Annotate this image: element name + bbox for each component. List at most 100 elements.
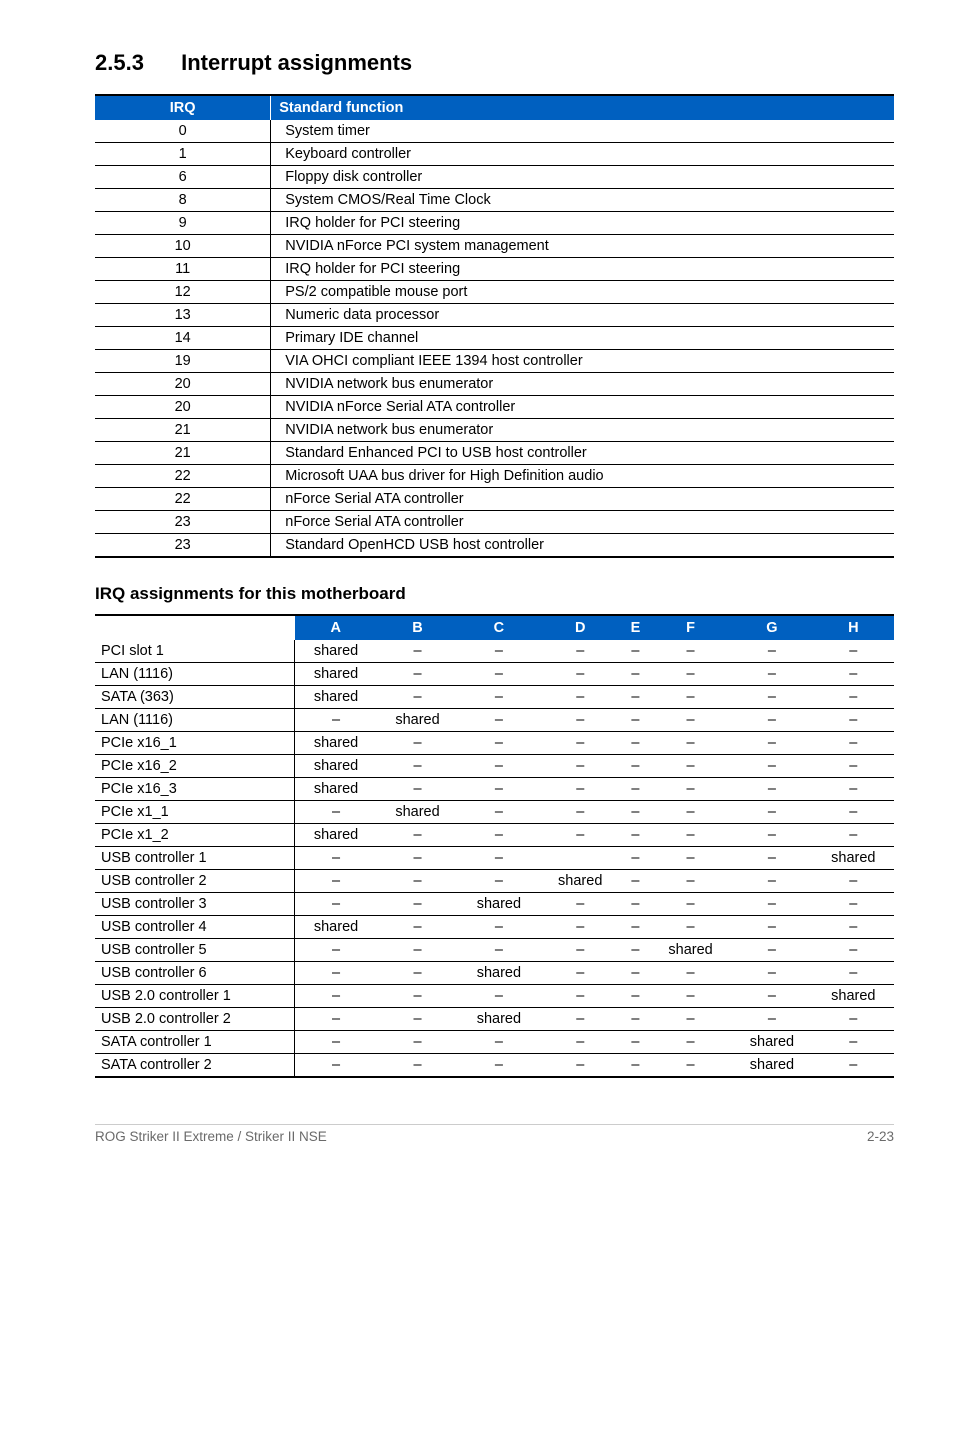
- assignment-cell: –: [540, 1031, 621, 1054]
- footer-left: ROG Striker II Extreme / Striker II NSE: [95, 1129, 327, 1144]
- table-row: USB controller 1––––––shared: [95, 847, 894, 870]
- assignment-cell: –: [377, 1008, 458, 1031]
- assignment-cell: –: [295, 1054, 377, 1078]
- assignment-cell: –: [621, 1008, 650, 1031]
- table-row: USB controller 2–––shared––––: [95, 870, 894, 893]
- assignment-cell: –: [650, 801, 731, 824]
- assignment-cell: –: [650, 985, 731, 1008]
- assignment-cell: –: [731, 985, 812, 1008]
- table-row: USB controller 3––shared–––––: [95, 893, 894, 916]
- assignment-cell: –: [650, 916, 731, 939]
- assignment-cell: –: [295, 870, 377, 893]
- assignment-cell: –: [458, 847, 539, 870]
- assignments-heading: IRQ assignments for this motherboard: [95, 584, 894, 604]
- assignments-table: ABCDEFGH PCI slot 1shared–––––––LAN (111…: [95, 614, 894, 1078]
- assignment-cell: –: [458, 686, 539, 709]
- assignment-cell: –: [621, 732, 650, 755]
- function-cell: VIA OHCI compliant IEEE 1394 host contro…: [271, 350, 894, 373]
- assignment-cell: –: [540, 1054, 621, 1078]
- assignment-cell: –: [813, 893, 894, 916]
- assignment-cell: –: [731, 962, 812, 985]
- assignment-cell: –: [731, 755, 812, 778]
- assignment-cell: –: [458, 1031, 539, 1054]
- table-row: PCIe x16_2shared–––––––: [95, 755, 894, 778]
- assignment-cell: shared: [458, 962, 539, 985]
- assignment-cell: shared: [731, 1031, 812, 1054]
- assignment-cell: –: [540, 709, 621, 732]
- assignment-cell: –: [731, 640, 812, 663]
- table-row: 21Standard Enhanced PCI to USB host cont…: [95, 442, 894, 465]
- assignment-cell: –: [540, 916, 621, 939]
- function-cell: NVIDIA network bus enumerator: [271, 373, 894, 396]
- irq-cell: 13: [95, 304, 271, 327]
- assignment-cell: –: [295, 847, 377, 870]
- table-row: 1Keyboard controller: [95, 143, 894, 166]
- table-row: 13Numeric data processor: [95, 304, 894, 327]
- assignment-cell: –: [813, 824, 894, 847]
- assignment-cell: –: [650, 686, 731, 709]
- device-cell: USB controller 3: [95, 893, 295, 916]
- assignment-cell: –: [813, 939, 894, 962]
- function-cell: IRQ holder for PCI steering: [271, 258, 894, 281]
- assignment-cell: –: [813, 870, 894, 893]
- assignment-cell: –: [295, 709, 377, 732]
- assignment-cell: –: [540, 824, 621, 847]
- assignment-cell: –: [458, 778, 539, 801]
- device-cell: USB 2.0 controller 1: [95, 985, 295, 1008]
- assignment-cell: –: [540, 962, 621, 985]
- assignment-cell: –: [813, 1031, 894, 1054]
- column-header: C: [458, 615, 539, 640]
- assignment-cell: –: [540, 985, 621, 1008]
- column-header: G: [731, 615, 812, 640]
- section-number: 2.5.3: [95, 50, 175, 76]
- assignment-cell: –: [650, 1054, 731, 1078]
- assignment-cell: shared: [295, 686, 377, 709]
- function-cell: NVIDIA nForce Serial ATA controller: [271, 396, 894, 419]
- irq-cell: 8: [95, 189, 271, 212]
- assignment-cell: –: [731, 709, 812, 732]
- assignment-cell: –: [295, 1008, 377, 1031]
- assignment-cell: –: [377, 893, 458, 916]
- assignment-cell: –: [731, 824, 812, 847]
- assignment-cell: –: [377, 847, 458, 870]
- function-cell: nForce Serial ATA controller: [271, 488, 894, 511]
- function-cell: Standard OpenHCD USB host controller: [271, 534, 894, 558]
- assignment-cell: –: [650, 732, 731, 755]
- assignment-cell: –: [650, 824, 731, 847]
- assignment-cell: shared: [731, 1054, 812, 1078]
- device-cell: USB controller 2: [95, 870, 295, 893]
- function-cell: PS/2 compatible mouse port: [271, 281, 894, 304]
- assignment-cell: shared: [377, 709, 458, 732]
- assignment-cell: –: [377, 824, 458, 847]
- assignment-cell: –: [458, 870, 539, 893]
- irq-cell: 23: [95, 534, 271, 558]
- function-cell: System timer: [271, 120, 894, 143]
- function-cell: nForce Serial ATA controller: [271, 511, 894, 534]
- assignment-cell: –: [731, 847, 812, 870]
- assignment-cell: –: [377, 732, 458, 755]
- assignment-cell: –: [295, 962, 377, 985]
- function-header: Standard function: [271, 95, 894, 120]
- assignment-cell: –: [458, 1054, 539, 1078]
- device-cell: LAN (1116): [95, 663, 295, 686]
- table-row: 12PS/2 compatible mouse port: [95, 281, 894, 304]
- table-row: 6Floppy disk controller: [95, 166, 894, 189]
- assignment-cell: –: [540, 640, 621, 663]
- table-row: 23Standard OpenHCD USB host controller: [95, 534, 894, 558]
- table-row: USB 2.0 controller 2––shared–––––: [95, 1008, 894, 1031]
- assignment-cell: –: [813, 962, 894, 985]
- assignment-cell: –: [650, 778, 731, 801]
- assignment-cell: –: [621, 893, 650, 916]
- assignment-cell: shared: [295, 755, 377, 778]
- function-cell: NVIDIA network bus enumerator: [271, 419, 894, 442]
- assignment-cell: –: [458, 640, 539, 663]
- table-row: 9IRQ holder for PCI steering: [95, 212, 894, 235]
- table-row: 10NVIDIA nForce PCI system management: [95, 235, 894, 258]
- assignment-cell: –: [621, 962, 650, 985]
- assignment-cell: –: [295, 801, 377, 824]
- assignment-cell: –: [377, 640, 458, 663]
- table-row: 0System timer: [95, 120, 894, 143]
- assignment-cell: –: [458, 824, 539, 847]
- function-cell: System CMOS/Real Time Clock: [271, 189, 894, 212]
- assignment-cell: –: [540, 755, 621, 778]
